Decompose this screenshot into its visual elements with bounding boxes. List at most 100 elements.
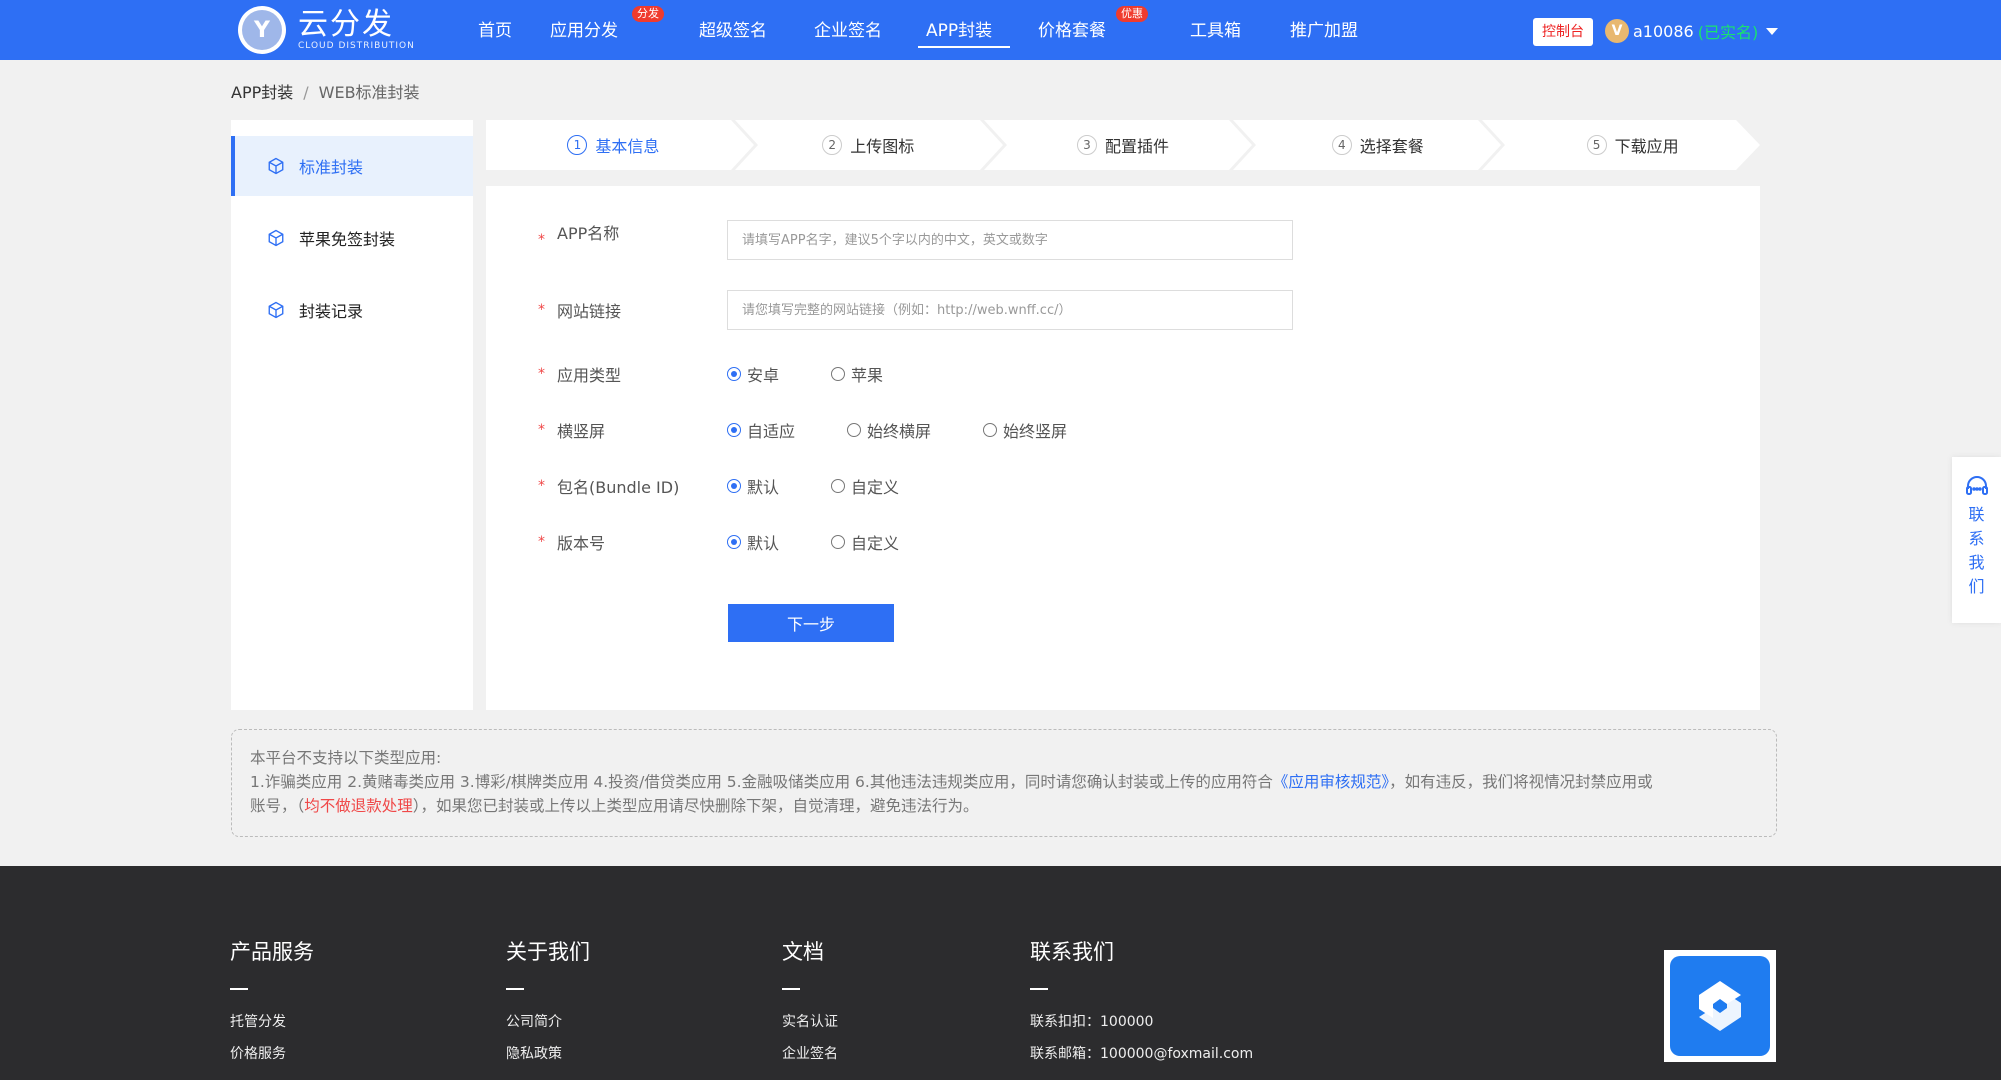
divider [506, 988, 524, 990]
radio-bundle-default[interactable]: 默认 [727, 474, 779, 498]
nav-app-packaging[interactable]: APP封装 [918, 0, 1010, 60]
notice-title: 本平台不支持以下类型应用: [250, 749, 442, 767]
brand-name: 云分发 [298, 7, 394, 42]
nav-promotion[interactable]: 推广加盟 [1282, 0, 1382, 60]
sidebar-item-apple-free-sign[interactable]: 苹果免签封装 [231, 208, 473, 268]
policy-notice: 本平台不支持以下类型应用: 1.诈骗类应用 2.黄赌毒类应用 3.博彩/棋牌类应… [231, 729, 1777, 837]
required-mark: * [538, 366, 545, 382]
app-name-input[interactable] [727, 220, 1293, 260]
step-label: 上传图标 [850, 137, 915, 156]
orientation-label: 横竖屏 [557, 422, 606, 441]
step-number: 3 [1076, 135, 1097, 155]
contact-us-float[interactable]: 联 系 我 们 [1952, 457, 2001, 623]
step-label: 基本信息 [595, 137, 660, 156]
radio-android[interactable]: 安卓 [727, 362, 779, 386]
step-label: 配置插件 [1104, 137, 1169, 156]
radio-version-default[interactable]: 默认 [727, 530, 779, 554]
radio-apple[interactable]: 苹果 [831, 362, 883, 386]
contact-email[interactable]: 联系邮箱：100000@foxmail.com [1030, 1038, 1253, 1070]
contact-char: 系 [1968, 529, 1985, 548]
app-name-row: * APP名称 [538, 220, 1293, 260]
footer-link[interactable]: 隐私政策 [506, 1038, 590, 1070]
contact-char: 我 [1968, 553, 1985, 572]
step-number: 1 [567, 135, 588, 155]
username: a10086 [1633, 21, 1694, 41]
footer-col-docs: 文档 实名认证 企业签名 [782, 936, 838, 1070]
sidebar-item-standard-packaging[interactable]: 标准封装 [231, 136, 473, 196]
contact-qq: 联系扣扣：100000 [1030, 1014, 1154, 1030]
bundle-id-label: 包名(Bundle ID) [557, 478, 680, 497]
step-number: 2 [822, 135, 843, 155]
radio-portrait[interactable]: 始终竖屏 [983, 418, 1067, 442]
divider [230, 988, 248, 990]
divider [782, 988, 800, 990]
step-progress: 1 基本信息 2 上传图标 3 配置插件 4 选择套餐 5 下载应用 [486, 120, 1760, 170]
nav-badge-distribution: 分发 [632, 6, 664, 22]
sidebar-item-packaging-records[interactable]: 封装记录 [231, 280, 473, 340]
step-label: 选择套餐 [1359, 137, 1424, 156]
sidebar: 标准封装 苹果免签封装 封装记录 [231, 120, 473, 710]
brand-name-en: CLOUD DISTRIBUTION [298, 41, 415, 51]
top-navbar: Y 云分发 CLOUD DISTRIBUTION 首页 应用分发 分发 超级签名 … [0, 0, 2001, 60]
footer-col-title: 产品服务 [230, 940, 314, 964]
nav-home[interactable]: 首页 [470, 0, 550, 60]
breadcrumb: APP封装 / WEB标准封装 [231, 79, 420, 103]
nav-super-sign[interactable]: 超级签名 [691, 0, 806, 60]
radio-bundle-custom[interactable]: 自定义 [831, 474, 899, 498]
breadcrumb-separator: / [303, 83, 309, 102]
nav-pricing[interactable]: 价格套餐 优惠 [1030, 0, 1182, 60]
site-url-input[interactable] [727, 290, 1293, 330]
footer-link[interactable]: 公司简介 [506, 1006, 590, 1038]
radio-version-custom[interactable]: 自定义 [831, 530, 899, 554]
step-number: 5 [1586, 135, 1607, 155]
basic-info-form: * APP名称 * 网站链接 * 应用类型 安卓 苹果 * 横竖屏 自适应 始终… [486, 186, 1760, 710]
app-qr-card [1664, 950, 1776, 1062]
verified-status: (已实名) [1697, 23, 1759, 42]
footer-link[interactable]: 托管分发 [230, 1006, 314, 1038]
radio-dot [831, 535, 846, 549]
bundle-id-row: * 包名(Bundle ID) 默认 自定义 [538, 474, 955, 498]
radio-adaptive[interactable]: 自适应 [727, 418, 795, 442]
step-choose-plan: 4 选择套餐 [1250, 120, 1505, 170]
console-button[interactable]: 控制台 [1533, 18, 1593, 46]
logo-letter: Y [242, 10, 282, 50]
step-basic-info: 1 基本信息 [486, 120, 741, 170]
no-refund-warning: 均不做退款处理 [304, 797, 413, 815]
radio-dot [727, 535, 741, 549]
required-mark: * [538, 232, 545, 248]
radio-dot [983, 423, 998, 437]
required-mark: * [538, 302, 545, 318]
app-logo-icon [1699, 981, 1741, 1031]
user-menu[interactable]: V a10086 (已实名) [1605, 19, 1779, 43]
nav-app-distribution[interactable]: 应用分发 分发 [550, 0, 691, 60]
site-url-row: * 网站链接 [538, 290, 1293, 330]
footer-link[interactable]: 价格服务 [230, 1038, 314, 1070]
radio-dot [831, 479, 846, 493]
notice-body-2: 账号，（均不做退款处理），如果您已封装或上传以上类型应用请尽快删除下架，自觉清理… [250, 797, 979, 815]
nav-toolbox[interactable]: 工具箱 [1182, 0, 1282, 60]
version-row: * 版本号 默认 自定义 [538, 530, 955, 554]
step-download-app: 5 下载应用 [1505, 120, 1760, 170]
cube-icon [268, 229, 284, 247]
step-number: 4 [1331, 135, 1352, 155]
app-type-row: * 应用类型 安卓 苹果 [538, 362, 939, 386]
sidebar-item-label: 苹果免签封装 [299, 230, 396, 249]
footer-link[interactable]: 实名认证 [782, 1006, 838, 1038]
site-url-label: 网站链接 [557, 302, 622, 321]
contact-char: 联 [1968, 505, 1985, 524]
next-step-button[interactable]: 下一步 [728, 604, 894, 642]
radio-dot [831, 367, 846, 381]
brand-logo[interactable]: Y 云分发 CLOUD DISTRIBUTION [238, 6, 415, 54]
chevron-down-icon [1766, 27, 1779, 35]
breadcrumb-parent[interactable]: APP封装 [231, 83, 293, 102]
review-policy-link[interactable]: 《应用审核规范》 [1273, 773, 1389, 791]
sidebar-item-label: 封装记录 [299, 302, 364, 321]
radio-dot [727, 367, 741, 381]
footer-col-title: 关于我们 [506, 940, 590, 964]
required-mark: * [538, 422, 545, 438]
version-label: 版本号 [557, 534, 606, 553]
nav-enterprise-sign[interactable]: 企业签名 [806, 0, 918, 60]
app-name-label: APP名称 [557, 224, 620, 243]
footer-link[interactable]: 企业签名 [782, 1038, 838, 1070]
radio-landscape[interactable]: 始终横屏 [847, 418, 931, 442]
